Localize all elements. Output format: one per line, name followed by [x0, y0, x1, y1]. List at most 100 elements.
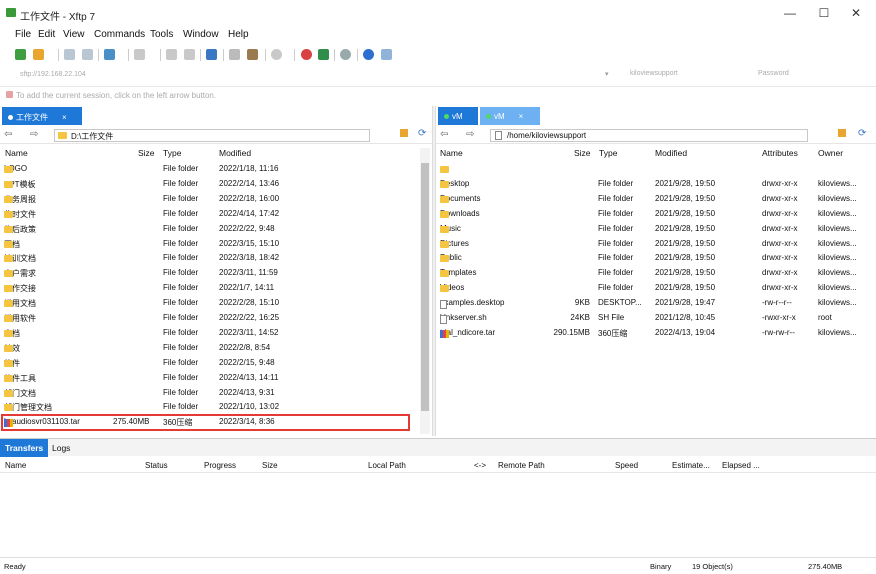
properties-icon[interactable]: [229, 49, 240, 60]
file-row[interactable]: 常用软件 File folder 2022/2/22, 16:25: [0, 311, 420, 326]
file-row[interactable]: 部门文档 File folder 2022/4/13, 9:31: [0, 386, 420, 401]
file-row[interactable]: Templates File folder 2021/9/28, 19:50 drwx…: [436, 266, 876, 281]
tab-logs[interactable]: Logs: [47, 439, 75, 457]
tab-transfers[interactable]: Transfers: [0, 439, 49, 457]
col-header-modified[interactable]: Modified: [219, 148, 251, 158]
paste-icon[interactable]: [184, 49, 195, 60]
file-row[interactable]: Documents File folder 2021/9/28, 19:50 drwx…: [436, 192, 876, 207]
file-row[interactable]: Pictures File folder 2021/9/28, 19:50 drwxr…: [436, 237, 876, 252]
file-row[interactable]: 培训文档 File folder 2022/3/18, 18:42: [0, 251, 420, 266]
file-row[interactable]: ..: [436, 162, 876, 177]
close-tab-icon[interactable]: ×: [519, 112, 524, 121]
pane-splitter[interactable]: [432, 106, 436, 436]
transfer-col-progress[interactable]: Progress: [204, 461, 236, 470]
file-row[interactable]: Videos File folder 2021/9/28, 19:50 drwxr-x…: [436, 281, 876, 296]
close-button[interactable]: ✕: [842, 4, 870, 22]
copy-icon[interactable]: [166, 49, 177, 60]
col-header-size[interactable]: Size: [574, 148, 591, 158]
xmanager-icon[interactable]: [318, 49, 329, 60]
col-header-type[interactable]: Type: [163, 148, 181, 158]
globe-icon[interactable]: [271, 49, 282, 60]
tab-vm-2[interactable]: vM ×: [480, 107, 540, 125]
open-folder-icon[interactable]: [400, 129, 408, 137]
connect-icon[interactable]: [64, 49, 75, 60]
col-header-owner[interactable]: Owner: [818, 148, 843, 158]
help-icon[interactable]: [363, 49, 374, 60]
refresh-icon[interactable]: ⟳: [418, 128, 426, 139]
transfer-col-elapsed[interactable]: Elapsed ...: [722, 461, 760, 470]
menu-file[interactable]: File: [15, 29, 31, 40]
forward-icon[interactable]: ⇨: [466, 129, 474, 140]
host-input[interactable]: sftp://192.168.22.104: [20, 71, 86, 78]
username-input[interactable]: kiloviewsupport: [630, 70, 678, 77]
col-header-name[interactable]: Name: [440, 148, 463, 158]
file-row[interactable]: 业务周报 File folder 2022/2/18, 16:00: [0, 192, 420, 207]
transfer-col-speed[interactable]: Speed: [615, 461, 638, 470]
file-row[interactable]: LOGO File folder 2022/1/18, 11:16: [0, 162, 420, 177]
maximize-button[interactable]: ☐: [810, 4, 838, 22]
menu-edit[interactable]: Edit: [38, 29, 55, 40]
menu-view[interactable]: View: [63, 29, 85, 40]
transfer-col-estimate[interactable]: Estimate...: [672, 461, 710, 470]
file-row[interactable]: 绩效 File folder 2022/2/8, 8:54: [0, 341, 420, 356]
chat-icon[interactable]: [381, 49, 392, 60]
file-row[interactable]: Desktop File folder 2021/9/28, 19:50 drwxr-…: [436, 177, 876, 192]
new-session-icon[interactable]: [15, 49, 26, 60]
open-folder-icon[interactable]: [838, 129, 846, 137]
file-row[interactable]: examples.desktop 9KB DESKTOP... 2021/9/28, …: [436, 296, 876, 311]
col-header-name[interactable]: Name: [5, 148, 28, 158]
file-modified: 2022/2/18, 16:00: [219, 193, 280, 203]
file-row[interactable]: 客户需求 File folder 2022/3/11, 11:59: [0, 266, 420, 281]
transfer-col-size[interactable]: Size: [262, 461, 278, 470]
chevron-down-icon[interactable]: ▾: [605, 70, 609, 78]
local-scrollbar-thumb[interactable]: [421, 163, 429, 411]
close-tab-icon[interactable]: ×: [62, 113, 67, 122]
transfer-col-remote-path[interactable]: Remote Path: [498, 461, 545, 470]
local-path-input[interactable]: D:\工作文件: [54, 129, 370, 142]
disconnect-icon[interactable]: [82, 49, 93, 60]
col-header-type[interactable]: Type: [599, 148, 617, 158]
file-row[interactable]: 软件工具 File folder 2022/4/13, 14:11: [0, 371, 420, 386]
file-row[interactable]: 售后政策 File folder 2022/2/22, 9:48: [0, 222, 420, 237]
col-header-attributes[interactable]: Attributes: [762, 148, 798, 158]
transfer-col-name[interactable]: Name: [5, 461, 26, 470]
file-row[interactable]: 工作交接 File folder 2022/1/7, 14:11: [0, 281, 420, 296]
tab-vm-1[interactable]: vM: [438, 107, 478, 125]
tab-local[interactable]: 工作文件 ×: [2, 107, 82, 125]
menu-help[interactable]: Help: [228, 29, 249, 40]
file-row[interactable]: Downloads File folder 2021/9/28, 19:50 drwx…: [436, 207, 876, 222]
settings-icon[interactable]: [340, 49, 351, 60]
file-row[interactable]: trial_ndicore.tar 290.15MB 360压缩 2022/4/13,…: [436, 326, 876, 341]
file-name: Documents: [440, 194, 480, 203]
menu-window[interactable]: Window: [183, 29, 219, 40]
file-row[interactable]: klnkserver.sh 24KB SH File 2021/12/8, 10:45…: [436, 311, 876, 326]
forward-icon[interactable]: ⇨: [30, 129, 38, 140]
col-header-modified[interactable]: Modified: [655, 148, 687, 158]
file-row[interactable]: Public File folder 2021/9/28, 19:50 drwxr-x…: [436, 251, 876, 266]
password-input[interactable]: Password: [758, 70, 789, 77]
menu-tools[interactable]: Tools: [150, 29, 173, 40]
transfer-icon[interactable]: [206, 49, 217, 60]
transfer-col-local-path[interactable]: Local Path: [368, 461, 406, 470]
minimize-button[interactable]: —: [776, 4, 804, 22]
file-row[interactable]: PPT模板 File folder 2022/2/14, 13:46: [0, 177, 420, 192]
open-folder-icon[interactable]: [33, 49, 44, 60]
xshell-icon[interactable]: [301, 49, 312, 60]
remote-path-input[interactable]: /home/kiloviewsupport: [490, 129, 808, 142]
file-row[interactable]: 图档 File folder 2022/3/15, 15:10: [0, 237, 420, 252]
col-header-size[interactable]: Size: [138, 148, 155, 158]
file-row[interactable]: 常用文档 File folder 2022/2/28, 15:10: [0, 296, 420, 311]
view-icon[interactable]: [134, 49, 145, 60]
file-row[interactable]: 软件 File folder 2022/2/15, 9:48: [0, 356, 420, 371]
refresh-icon[interactable]: [104, 49, 115, 60]
transfer-col-direction[interactable]: <->: [474, 461, 486, 470]
back-icon[interactable]: ⇦: [440, 129, 448, 140]
bookmark-icon[interactable]: [247, 49, 258, 60]
refresh-icon[interactable]: ⟳: [858, 128, 866, 139]
file-row[interactable]: Music File folder 2021/9/28, 19:50 drwxr-xr…: [436, 222, 876, 237]
file-row[interactable]: 文档 File folder 2022/3/11, 14:52: [0, 326, 420, 341]
file-row[interactable]: 临时文件 File folder 2022/4/14, 17:42: [0, 207, 420, 222]
back-icon[interactable]: ⇦: [4, 129, 12, 140]
menu-commands[interactable]: Commands: [94, 29, 145, 40]
transfer-col-status[interactable]: Status: [145, 461, 168, 470]
